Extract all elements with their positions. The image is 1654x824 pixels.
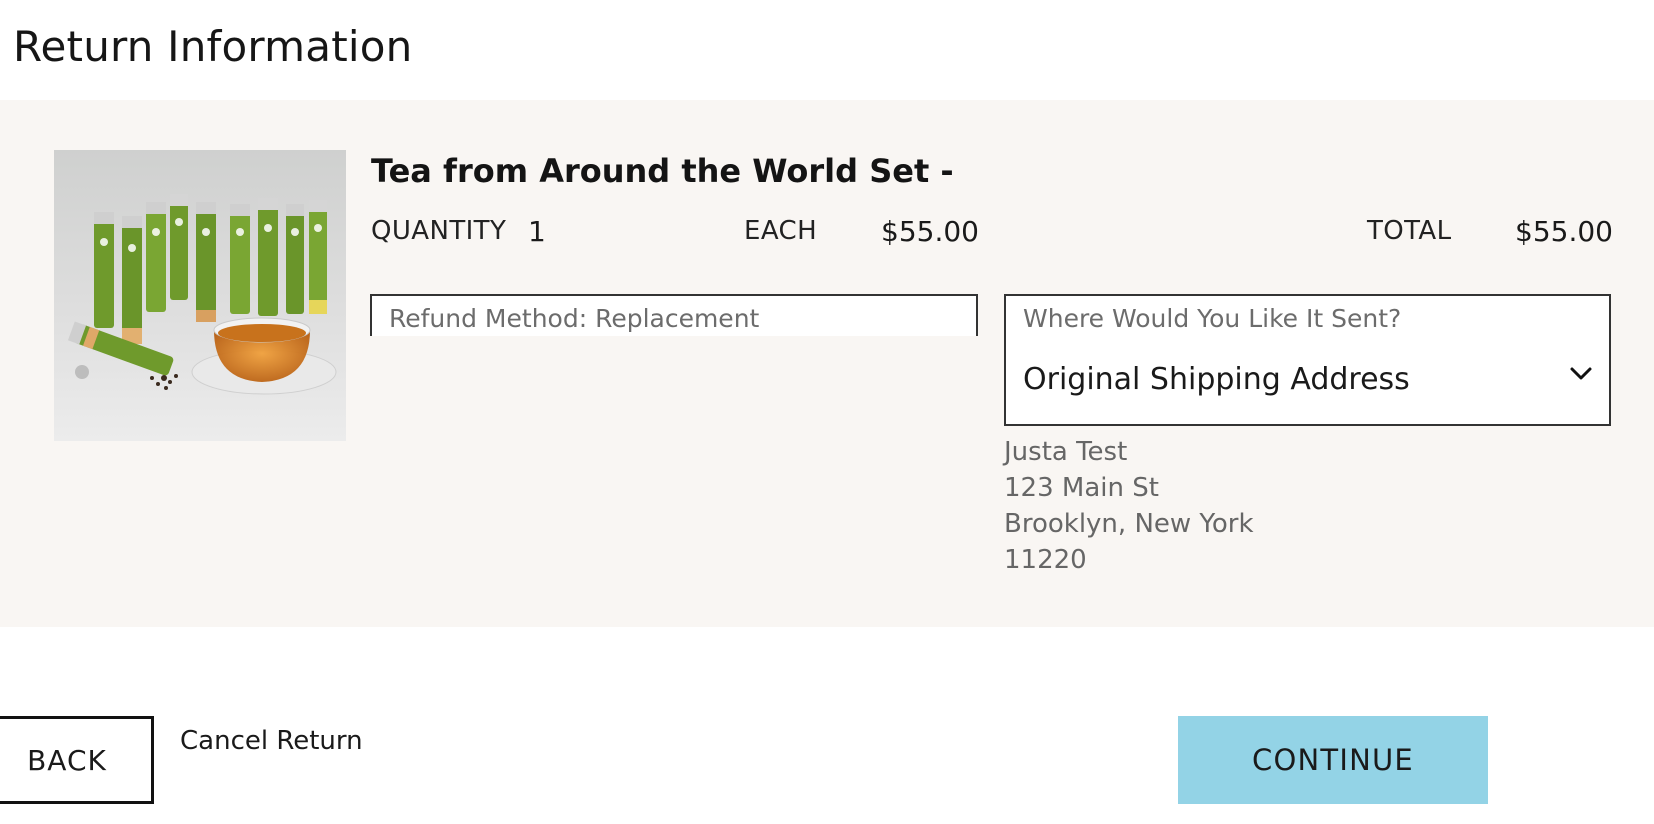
address-street: 123 Main St [1004,473,1159,503]
select-value: Original Shipping Address [1023,362,1410,397]
back-button[interactable]: BACK [0,716,154,804]
tea-set-photo-icon [54,150,346,441]
select-caption: Where Would You Like It Sent? [1023,304,1402,333]
return-information-page: Return Information Tea from Around the W… [0,0,1654,824]
product-name: Tea from Around the World Set - [371,152,954,190]
total-label: TOTAL [1367,216,1452,246]
page-title: Return Information [13,22,413,71]
shipping-destination-select[interactable]: Where Would You Like It Sent? Original S… [1004,294,1611,426]
chevron-down-icon [1570,367,1592,380]
continue-button[interactable]: CONTINUE [1178,716,1488,804]
quantity-label: QUANTITY [371,216,507,246]
address-name: Justa Test [1004,437,1128,467]
address-city-state: Brooklyn, New York [1004,509,1254,539]
product-image [54,150,346,441]
address-zip: 11220 [1004,545,1087,575]
shipping-address: Justa Test 123 Main St Brooklyn, New Yor… [1004,434,1254,578]
cancel-return-link[interactable]: Cancel Return [180,726,363,756]
quantity-value: 1 [528,215,546,248]
total-price: $55.00 [1515,215,1613,248]
return-item-panel: Tea from Around the World Set - QUANTITY… [0,100,1654,627]
each-price: $55.00 [881,215,979,248]
refund-method-text: Refund Method: Replacement [389,304,760,333]
refund-method-field[interactable]: Refund Method: Replacement [370,294,978,336]
each-label: EACH [744,216,818,246]
